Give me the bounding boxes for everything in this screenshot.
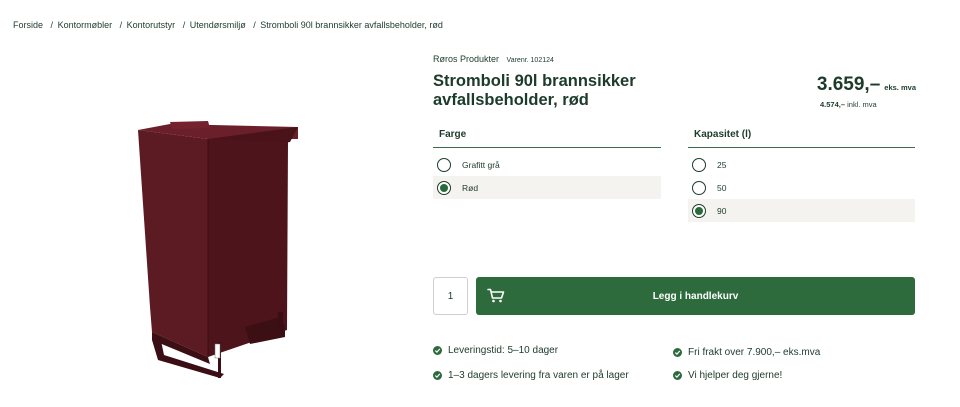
add-to-cart-button[interactable]: Legg i handlekurv xyxy=(476,277,915,315)
capacity-option-label: 25 xyxy=(717,159,727,170)
color-option-red[interactable]: Rød xyxy=(433,176,661,199)
capacity-option-25[interactable]: 25 xyxy=(688,153,915,176)
breadcrumb-separator: / xyxy=(50,20,54,30)
price-incl-vat-row: 4.574,– inkl. mva xyxy=(820,100,877,109)
check-icon xyxy=(673,371,682,380)
radio-checked-icon[interactable] xyxy=(692,203,706,218)
brand-row: Røros Produkter Varenr. 102124 xyxy=(433,54,554,64)
breadcrumb-separator: / xyxy=(119,20,123,30)
breadcrumb-link-office-furniture[interactable]: Kontormøbler xyxy=(58,20,113,30)
usp-free-shipping: Fri frakt over 7.900,– eks.mva xyxy=(673,347,820,358)
radio-unchecked-icon[interactable] xyxy=(692,180,706,195)
usp-help: Vi hjelper deg gjerne! xyxy=(673,370,782,381)
capacity-options-header: Kapasitet (l) xyxy=(688,124,915,148)
color-options-header: Farge xyxy=(433,124,661,148)
capacity-option-label: 90 xyxy=(717,205,727,216)
breadcrumb-link-office-equipment[interactable]: Kontorutstyr xyxy=(127,20,176,30)
check-icon xyxy=(433,346,442,355)
breadcrumb-separator: / xyxy=(182,20,186,30)
usp-text: Fri frakt over 7.900,– eks.mva xyxy=(688,347,821,358)
radio-checked-icon[interactable] xyxy=(437,180,451,195)
sku-number: Varenr. 102124 xyxy=(506,57,554,64)
price-incl-vat: 4.574,– xyxy=(820,100,846,109)
check-icon xyxy=(433,371,442,380)
price-ex-vat: 3.659,– xyxy=(816,74,881,95)
usp-text: 1–3 dagers levering fra varen er på lage… xyxy=(448,370,629,381)
usp-delivery-time: Leveringstid: 5–10 dager xyxy=(433,345,558,356)
capacity-option-90[interactable]: 90 xyxy=(688,199,915,222)
color-option-label: Grafitt grå xyxy=(462,159,500,170)
breadcrumb-link-home[interactable]: Forside xyxy=(13,20,43,30)
price-incl-vat-suffix: inkl. mva xyxy=(847,100,877,109)
product-title: Stromboli 90l brannsikker avfallsbeholde… xyxy=(433,72,636,109)
check-icon xyxy=(673,348,682,357)
color-option-label: Rød xyxy=(462,182,479,193)
waste-bin-illustration xyxy=(138,121,298,378)
cart-icon xyxy=(487,288,505,308)
add-to-cart-label: Legg i handlekurv xyxy=(652,290,739,302)
price-block: 3.659,– eks. mva xyxy=(817,74,916,96)
price-ex-vat-suffix: eks. mva xyxy=(884,83,916,92)
breadcrumb: Forside / Kontormøbler / Kontorutstyr / … xyxy=(13,20,445,30)
usp-text: Leveringstid: 5–10 dager xyxy=(448,345,559,356)
capacity-option-label: 50 xyxy=(717,182,727,193)
color-options: Farge Grafitt grå Rød xyxy=(433,124,661,199)
breadcrumb-separator: / xyxy=(253,20,256,30)
breadcrumb-link-outdoor[interactable]: Utendørsmiljø xyxy=(190,20,246,30)
usp-text: Vi hjelper deg gjerne! xyxy=(688,370,783,381)
capacity-option-50[interactable]: 50 xyxy=(688,176,915,199)
usp-stock-delivery: 1–3 dagers levering fra varen er på lage… xyxy=(433,370,629,381)
radio-unchecked-icon[interactable] xyxy=(692,157,706,172)
product-image[interactable] xyxy=(130,112,310,382)
quantity-input[interactable]: 1 xyxy=(433,277,468,315)
brand-name[interactable]: Røros Produkter xyxy=(433,54,499,64)
breadcrumb-current: Stromboli 90l brannsikker avfallsbeholde… xyxy=(260,20,443,30)
capacity-options: Kapasitet (l) 25 50 90 xyxy=(688,124,915,222)
radio-unchecked-icon[interactable] xyxy=(437,157,451,172)
color-option-graphite-grey[interactable]: Grafitt grå xyxy=(433,153,661,176)
